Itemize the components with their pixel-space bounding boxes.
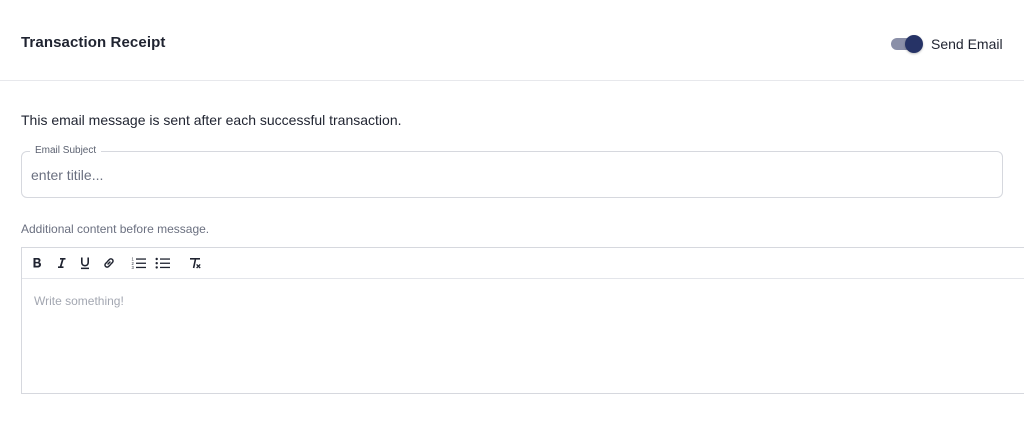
toggle-label: Send Email: [931, 36, 1003, 52]
link-icon: [104, 258, 114, 268]
ordered-list-button[interactable]: 1 2 3: [130, 254, 148, 272]
clear-format-button[interactable]: [186, 254, 204, 272]
email-subject-input[interactable]: [31, 164, 991, 186]
italic-icon: [58, 258, 66, 268]
rich-text-editor[interactable]: 1 2 3 Write something!: [21, 247, 1024, 394]
svg-text:3: 3: [132, 265, 135, 270]
bullet-list-icon: [155, 257, 170, 269]
additional-content-label: Additional content before message.: [21, 222, 210, 236]
clear-format-icon: [190, 258, 201, 269]
email-subject-field[interactable]: Email Subject: [21, 145, 1003, 198]
underline-icon: [81, 257, 89, 270]
ordered-list-icon: 1 2 3: [132, 257, 146, 270]
toggle-knob[interactable]: [905, 35, 923, 53]
bold-button[interactable]: [28, 254, 46, 272]
bold-icon: [33, 258, 41, 268]
editor-toolbar: 1 2 3: [22, 248, 1024, 279]
description-text: This email message is sent after each su…: [21, 112, 402, 128]
bullet-list-button[interactable]: [154, 254, 172, 272]
send-email-toggle[interactable]: Send Email: [891, 33, 1003, 55]
italic-button[interactable]: [52, 254, 70, 272]
email-subject-label: Email Subject: [30, 145, 102, 157]
page-title: Transaction Receipt: [21, 34, 166, 51]
editor-content[interactable]: Write something!: [34, 294, 1014, 308]
toggle-switch[interactable]: [891, 33, 924, 55]
underline-button[interactable]: [76, 254, 94, 272]
panel-header: Transaction Receipt Send Email: [0, 0, 1024, 81]
email-settings-panel: Transaction Receipt Send Email This emai…: [0, 0, 1024, 422]
editor-placeholder: Write something!: [34, 294, 124, 308]
link-button[interactable]: [100, 254, 118, 272]
